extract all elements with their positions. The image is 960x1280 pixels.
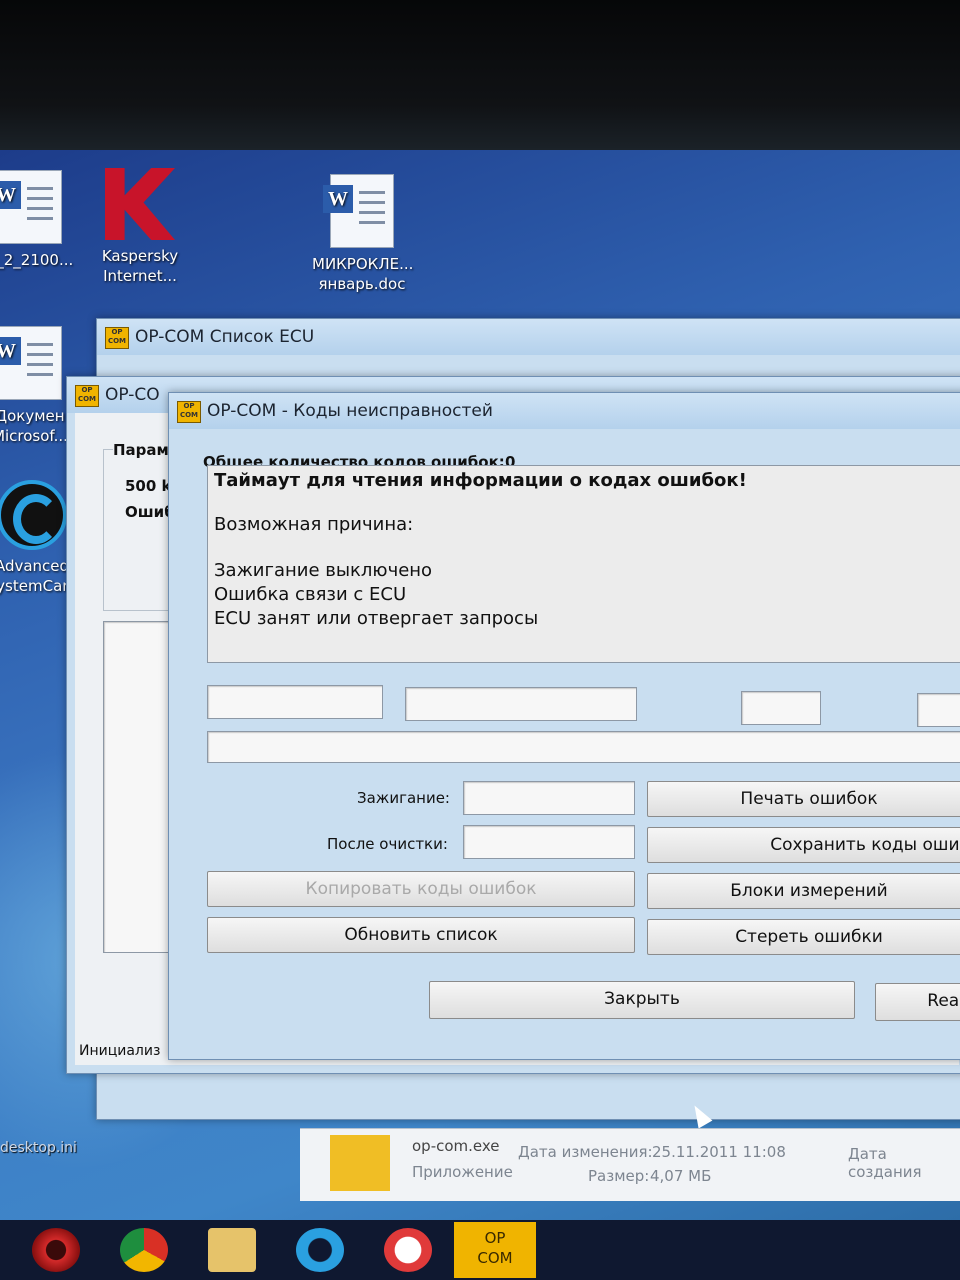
kaspersky-icon: [105, 168, 175, 240]
yandex-browser-icon[interactable]: [384, 1228, 432, 1272]
desktop-ini-label: desktop.ini: [0, 1140, 77, 1156]
opera-icon[interactable]: [32, 1228, 80, 1272]
details-field[interactable]: [207, 731, 960, 763]
read-button[interactable]: Read: [875, 983, 960, 1021]
clear-errors-button[interactable]: Стереть ошибки: [647, 919, 960, 955]
created-label: Дата создания: [848, 1145, 922, 1181]
desktop-icon-word-2[interactable]: W МИКРОКЛЕ... январь.doc: [312, 174, 414, 294]
extra-field[interactable]: [917, 693, 960, 727]
desktop: W 6_2_2100... Kaspersky Internet... W МИ…: [0, 150, 960, 1220]
log-list[interactable]: [103, 621, 175, 953]
message-line: Зажигание выключено: [214, 560, 433, 581]
measurement-blocks-button[interactable]: Блоки измерений: [647, 873, 960, 909]
message-line: Ошибка связи с ECU: [214, 584, 407, 605]
chrome-icon[interactable]: [120, 1228, 168, 1272]
modified-label: Дата изменения:: [518, 1143, 653, 1161]
print-errors-button[interactable]: Печать ошибок: [647, 781, 960, 817]
monitor-bezel: [0, 0, 960, 150]
message-line: Возможная причина:: [214, 514, 414, 535]
window-title: OP-COM - Коды неисправностей: [207, 401, 493, 421]
explorer-icon[interactable]: [208, 1228, 256, 1272]
status-field[interactable]: [741, 691, 821, 725]
explorer-details-pane: op-com.exe Приложение Дата изменения: 25…: [300, 1128, 960, 1201]
desktop-icon-label: МИКРОКЛЕ... январь.doc: [312, 255, 414, 293]
refresh-list-button[interactable]: Обновить список: [207, 917, 635, 953]
size-label: Размер:: [588, 1167, 650, 1185]
ignition-field[interactable]: [463, 781, 635, 815]
modified-value: 25.11.2011 11:08: [652, 1143, 786, 1161]
message-line: Таймаут для чтения информации о кодах ош…: [214, 470, 747, 491]
after-clear-field[interactable]: [463, 825, 635, 859]
opcom-file-icon: [330, 1135, 390, 1191]
word-document-icon: W: [323, 174, 394, 248]
word-document-icon: W: [0, 170, 62, 244]
copy-codes-button[interactable]: Копировать коды ошибок: [207, 871, 635, 907]
group-label: Парам: [113, 441, 169, 459]
desktop-icon-label: Kaspersky Internet...: [101, 247, 179, 285]
file-type: Приложение: [412, 1163, 513, 1181]
description-field[interactable]: [405, 687, 637, 721]
status-text: Инициализ: [79, 1043, 161, 1059]
opcom-label-bottom: COM: [477, 1249, 513, 1267]
ignition-label: Зажигание:: [357, 789, 450, 807]
baud-value: 500 k: [125, 477, 172, 495]
save-codes-button[interactable]: Сохранить коды ошиб: [647, 827, 960, 863]
opcom-label-top: OP: [484, 1229, 506, 1247]
close-button[interactable]: Закрыть: [429, 981, 855, 1019]
title-bar[interactable]: OP COM OP-COM - Коды неисправностей: [169, 393, 960, 429]
title-bar[interactable]: OP COM OP-COM Список ECU: [97, 319, 960, 355]
file-name: op-com.exe: [412, 1137, 500, 1155]
fault-codes-window[interactable]: OP COM OP-COM - Коды неисправностей Общее…: [168, 392, 960, 1060]
message-line: ECU занят или отвергает запросы: [214, 608, 539, 629]
desktop-icon-kaspersky[interactable]: Kaspersky Internet...: [90, 168, 190, 286]
advancedsystemcare-icon: [0, 480, 67, 550]
window-title: OP-COM Список ECU: [135, 327, 315, 347]
advancedsystemcare-icon[interactable]: [296, 1228, 344, 1272]
desktop-icon-label: 6_2_2100...: [0, 251, 74, 269]
opcom-icon: OP COM: [105, 327, 129, 349]
code-field[interactable]: [207, 685, 383, 719]
opcom-icon: OP COM: [75, 385, 99, 407]
window-title: OP-CO: [105, 385, 160, 405]
message-box: Таймаут для чтения информации о кодах ош…: [207, 465, 960, 663]
opcom-taskbar-button[interactable]: OP COM: [454, 1222, 536, 1278]
after-clear-label: После очистки:: [327, 835, 448, 853]
taskbar: OP COM: [0, 1220, 960, 1280]
size-value: 4,07 МБ: [650, 1167, 712, 1185]
opcom-icon: OP COM: [177, 401, 201, 423]
word-document-icon: W: [0, 326, 62, 400]
desktop-icon-word-1[interactable]: W 6_2_2100...: [0, 170, 80, 270]
